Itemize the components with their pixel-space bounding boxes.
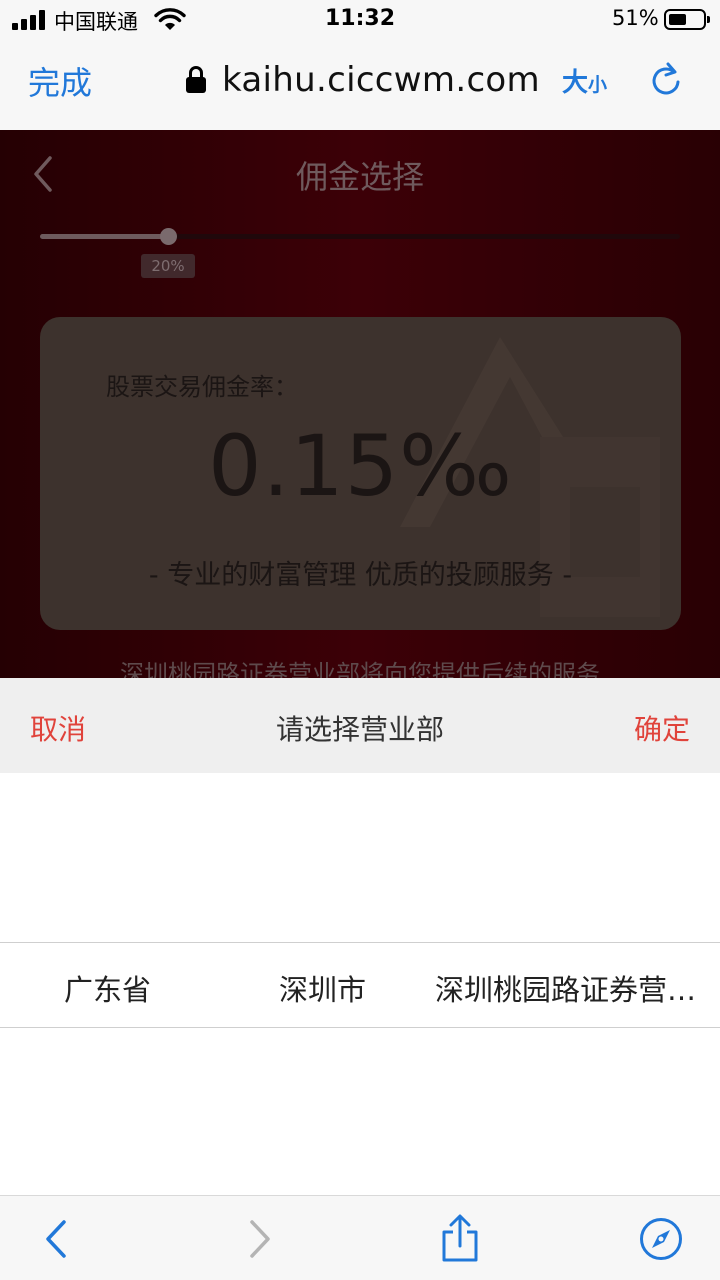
url-text: kaihu.ciccwm.com [222,60,540,100]
commission-slider[interactable] [40,228,680,245]
picker-column-province[interactable]: 广东省 [0,967,215,1009]
commission-rate-value: 0.15‰ [208,417,513,515]
card-slogan: - 专业的财富管理 优质的投顾服务 - [148,560,573,591]
status-time: 11:32 [324,6,396,31]
slider-thumb[interactable] [160,228,177,245]
done-button[interactable]: 完成 [28,58,92,104]
service-note: 深圳桃园路证券营业部将向您提供后续的服务 [120,660,600,678]
picker-column-branch[interactable]: 深圳桃园路证券营业部 [435,967,720,1009]
commission-card: 股票交易佣金率： 0.15‰ - 专业的财富管理 优质的投顾服务 - [40,317,681,630]
page-title: 佣金选择 [295,158,424,196]
commission-rate-label: 股票交易佣金率： [106,373,298,401]
battery-icon [664,9,710,30]
wifi-icon [154,8,186,30]
slider-value-label: 20% [141,254,195,278]
share-icon[interactable] [440,1214,480,1264]
picker-selection-bottom-line [0,1027,720,1028]
picker-selection-top-line [0,942,720,943]
text-size-button[interactable]: 大小 [562,62,607,99]
compass-icon[interactable] [638,1214,684,1264]
browser-toolbar [0,1195,720,1280]
slider-fill [40,234,168,239]
text-size-small-label: 小 [588,74,608,96]
forward-icon[interactable] [246,1214,276,1264]
battery-percentage: 51% [612,6,659,30]
confirm-button[interactable]: 确定 [634,708,690,748]
picker-title: 请选择营业部 [275,713,444,746]
url-field[interactable]: kaihu.ciccwm.com [186,58,540,102]
branch-picker[interactable]: 广东省 深圳市 深圳桃园路证券营业部 [0,773,720,1195]
lock-icon [186,66,206,94]
signal-icon [12,10,46,30]
reload-icon[interactable] [648,60,684,100]
browser-address-bar: 完成 kaihu.ciccwm.com 大小 [0,40,720,130]
picker-header: 取消 请选择营业部 确定 [0,678,720,773]
web-page-content: 佣金选择 20% 股票交易佣金率： 0.15‰ - 专业的财富管理 优质的投顾服… [0,130,720,678]
status-bar: 中国联通 11:32 51% [0,0,720,40]
text-size-big-label: 大 [562,68,589,98]
carrier-name: 中国联通 [54,10,138,34]
picker-column-city[interactable]: 深圳市 [215,967,430,1009]
back-icon[interactable] [40,1214,70,1264]
